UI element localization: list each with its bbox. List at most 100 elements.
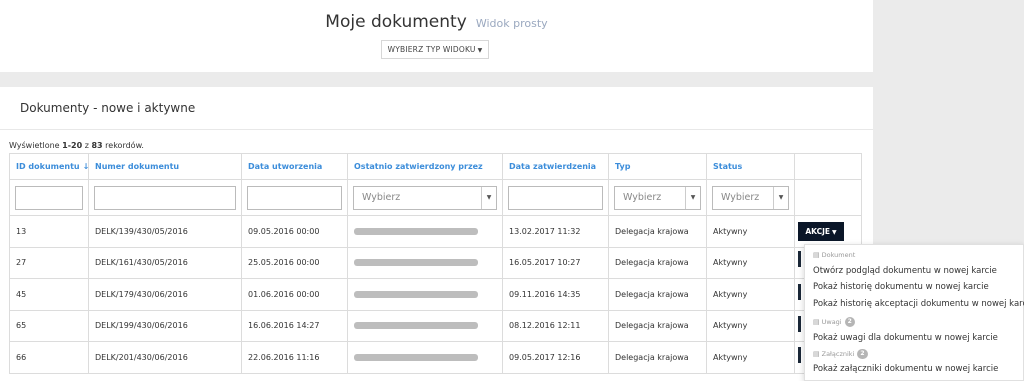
cell-approved-date: 08.12.2016 12:11	[502, 309, 609, 342]
filter-cell	[241, 179, 348, 216]
cell-type: Delegacja krajowa	[608, 246, 707, 279]
caret-down-icon[interactable]: ▼	[481, 186, 496, 209]
records-suffix: rekordów.	[102, 141, 144, 150]
caret-down-icon[interactable]: ▼	[685, 186, 700, 209]
cell-created: 22.06.2016 11:16	[241, 341, 348, 374]
filter-type-select[interactable]: Wybierz ▼	[614, 185, 701, 210]
file-icon: ▤	[813, 318, 820, 326]
cell-number: DELK/161/430/05/2016	[88, 246, 242, 279]
filter-created-input[interactable]	[247, 185, 342, 210]
actions-button-stub[interactable]	[798, 347, 801, 363]
cell-created: 09.05.2016 00:00	[241, 215, 348, 248]
column-label: Ostatnio zatwierdzony przez	[354, 162, 483, 171]
column-header-id[interactable]: ID dokumentu↓⇅	[9, 153, 89, 180]
filter-row: Wybierz ▼ Wybierz ▼ Wybierz ▼	[9, 179, 862, 216]
column-header-created[interactable]: Data utworzenia	[241, 153, 348, 180]
page-header: Moje dokumenty Widok prosty WYBIERZ TYP …	[0, 0, 873, 72]
select-placeholder: Wybierz	[362, 191, 401, 203]
actions-button-stub[interactable]	[798, 251, 801, 267]
cell-status: Aktywny	[706, 341, 795, 374]
menu-item-show-attachments[interactable]: Pokaż załączniki dokumentu w nowej karci…	[813, 364, 998, 374]
records-total: 83	[91, 141, 103, 150]
filter-cell: Wybierz ▼	[706, 179, 795, 216]
column-header-approved-date[interactable]: Data zatwierdzenia	[502, 153, 609, 180]
divider	[0, 129, 873, 130]
choose-view-button[interactable]: WYBIERZ TYP WIDOKU ▼	[381, 40, 489, 59]
filter-status-select[interactable]: Wybierz ▼	[712, 185, 789, 210]
cell-number: DELK/179/430/06/2016	[88, 278, 242, 311]
actions-dropdown-menu: ▤ Dokument Otwórz podgląd dokumentu w now…	[804, 244, 1024, 381]
filter-number-input[interactable]	[94, 185, 236, 210]
table-row[interactable]: 45 DELK/179/430/06/2016 01.06.2016 00:00…	[9, 278, 862, 311]
column-header-approved-by[interactable]: Ostatnio zatwierdzony przez	[347, 153, 503, 180]
caret-down-icon: ▼	[477, 47, 483, 54]
menu-section-label: Uwagi	[821, 318, 842, 326]
filter-cell	[794, 179, 862, 216]
cell-approved-by	[347, 341, 503, 374]
cell-status: Aktywny	[706, 246, 795, 279]
cell-id: 13	[9, 215, 89, 248]
menu-section-dokument: ▤ Dokument	[813, 251, 855, 259]
cell-approved-by	[347, 246, 503, 279]
select-placeholder: Wybierz	[721, 191, 760, 203]
menu-section-uwagi: ▤ Uwagi 2	[813, 317, 855, 327]
panel-title: Dokumenty - nowe i aktywne	[20, 101, 196, 115]
cell-type: Delegacja krajowa	[608, 309, 707, 342]
filter-cell	[502, 179, 609, 216]
filter-cell	[9, 179, 89, 216]
table-row[interactable]: 66 DELK/201/430/06/2016 22.06.2016 11:16…	[9, 341, 862, 374]
filter-id-input[interactable]	[15, 185, 83, 210]
cell-approved-by	[347, 215, 503, 248]
filter-cell	[88, 179, 242, 216]
select-placeholder: Wybierz	[623, 191, 662, 203]
column-label: ID dokumentu	[16, 162, 80, 171]
page-subtitle: Widok prosty	[475, 17, 548, 30]
column-header-number[interactable]: Numer dokumentu	[88, 153, 242, 180]
cell-type: Delegacja krajowa	[608, 278, 707, 311]
cell-type: Delegacja krajowa	[608, 215, 707, 248]
cell-status: Aktywny	[706, 278, 795, 311]
menu-item-document-history[interactable]: Pokaż historię dokumentu w nowej karcie	[813, 282, 989, 292]
cell-approved-by	[347, 309, 503, 342]
table-row[interactable]: 13 DELK/139/430/05/2016 09.05.2016 00:00…	[9, 215, 862, 248]
cell-created: 01.06.2016 00:00	[241, 278, 348, 311]
documents-panel: Dokumenty - nowe i aktywne Wyświetlone 1…	[0, 87, 873, 381]
cell-number: DELK/139/430/05/2016	[88, 215, 242, 248]
table-row[interactable]: 65 DELK/199/430/06/2016 16.06.2016 14:27…	[9, 309, 862, 342]
cell-number: DELK/201/430/06/2016	[88, 341, 242, 374]
menu-item-show-notes[interactable]: Pokaż uwagi dla dokumentu w nowej karcie	[813, 333, 998, 343]
column-header-status[interactable]: Status	[706, 153, 795, 180]
cell-approved-date: 13.02.2017 11:32	[502, 215, 609, 248]
caret-down-icon[interactable]: ▼	[773, 186, 788, 209]
sort-numeric-icon[interactable]: ↓⇅	[83, 162, 88, 171]
cell-created: 25.05.2016 00:00	[241, 246, 348, 279]
file-icon: ▤	[813, 350, 820, 358]
caret-down-icon: ▼	[832, 229, 837, 236]
filter-cell: Wybierz ▼	[347, 179, 503, 216]
column-label: Typ	[615, 162, 631, 171]
menu-item-open-preview[interactable]: Otwórz podgląd dokumentu w nowej karcie	[813, 266, 997, 276]
column-label: Data utworzenia	[248, 162, 323, 171]
table-row[interactable]: 27 DELK/161/430/05/2016 25.05.2016 00:00…	[9, 246, 862, 279]
cell-type: Delegacja krajowa	[608, 341, 707, 374]
cell-number: DELK/199/430/06/2016	[88, 309, 242, 342]
actions-button-stub[interactable]	[798, 284, 801, 300]
redacted-name	[354, 353, 478, 361]
filter-cell: Wybierz ▼	[608, 179, 707, 216]
redacted-name	[354, 290, 478, 298]
cell-status: Aktywny	[706, 309, 795, 342]
menu-item-approval-history[interactable]: Pokaż historię akceptacji dokumentu w no…	[813, 299, 1024, 309]
redacted-name	[354, 227, 478, 235]
filter-approved-by-select[interactable]: Wybierz ▼	[353, 185, 497, 210]
column-header-type[interactable]: Typ	[608, 153, 707, 180]
cell-approved-by	[347, 278, 503, 311]
cell-id: 27	[9, 246, 89, 279]
actions-button[interactable]: AKCJE ▼	[798, 222, 844, 241]
filter-approved-date-input[interactable]	[508, 185, 603, 210]
zalaczniki-count-badge: 2	[857, 349, 868, 359]
actions-button-stub[interactable]	[798, 316, 801, 332]
records-prefix: Wyświetlone	[9, 141, 63, 150]
cell-status: Aktywny	[706, 215, 795, 248]
cell-approved-date: 09.05.2017 12:16	[502, 341, 609, 374]
menu-section-zalaczniki: ▤ Załączniki 2	[813, 349, 868, 359]
